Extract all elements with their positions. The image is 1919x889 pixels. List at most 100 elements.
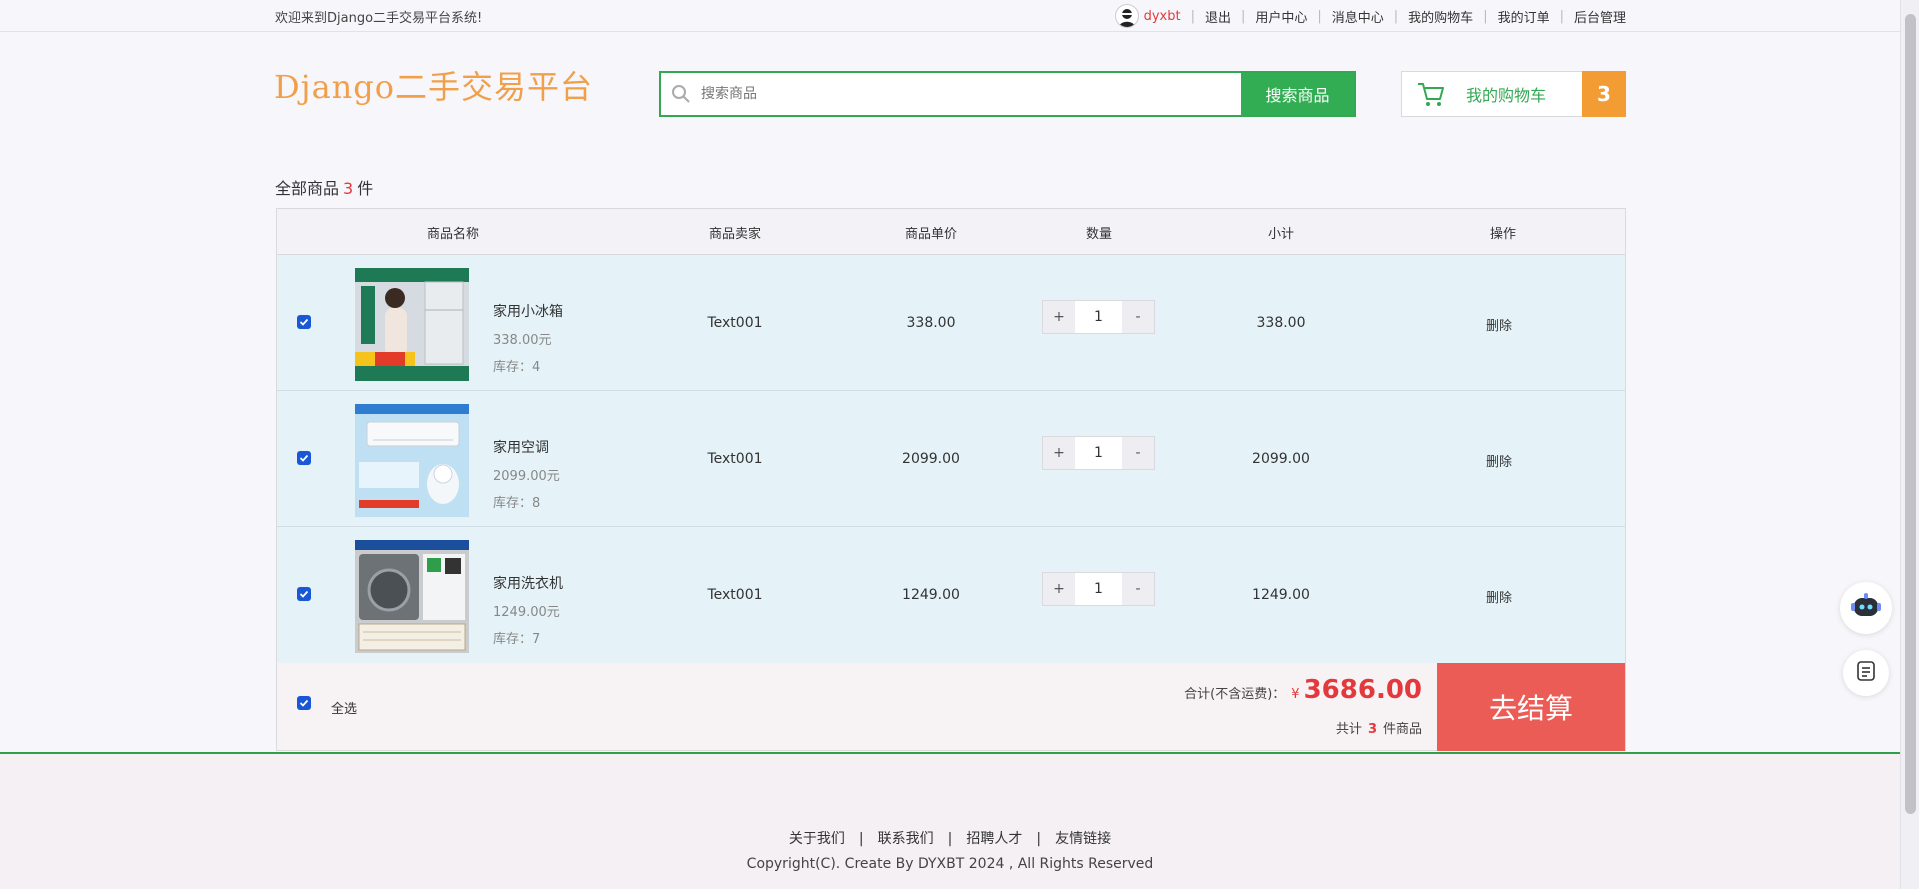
items-prefix: 共计: [1335, 722, 1362, 737]
divider: |: [1393, 8, 1399, 24]
col-header-action: 操作: [1489, 227, 1517, 242]
page-scrollbar[interactable]: [1900, 0, 1919, 889]
seller-cell: Text001: [707, 587, 763, 603]
cart-icon: [1416, 79, 1446, 109]
increase-button[interactable]: +: [1043, 573, 1075, 605]
notes-button[interactable]: [1843, 650, 1889, 696]
count-prefix: 全部商品: [275, 179, 340, 198]
items-count-line: 共计 3 件商品: [1336, 718, 1422, 737]
top-bar: 欢迎来到Django二手交易平台系统! dyxbt | 退出 | 用户中心 | …: [0, 0, 1919, 32]
delete-link[interactable]: 删除: [1486, 587, 1512, 606]
search-icon: [661, 73, 701, 115]
increase-button[interactable]: +: [1043, 437, 1075, 469]
search-input[interactable]: [701, 73, 1241, 115]
table-row: 家用小冰箱 338.00元 库存：4 Text001 338.00 + 1 - …: [277, 255, 1625, 391]
quantity-stepper: + 1 -: [1042, 436, 1155, 470]
footer-link-about[interactable]: 关于我们: [789, 831, 845, 847]
search-button[interactable]: 搜索商品: [1241, 73, 1354, 115]
user-center-link[interactable]: 用户中心: [1255, 7, 1307, 26]
product-image[interactable]: [355, 540, 469, 653]
seller-cell: Text001: [707, 451, 763, 467]
count-suffix: 件: [357, 179, 374, 198]
username-link[interactable]: dyxbt: [1144, 9, 1181, 24]
cart-table: 商品名称 商品卖家 商品单价 数量 小计 操作 家用小冰箱 338.00元 库存…: [276, 208, 1626, 664]
my-orders-link[interactable]: 我的订单: [1498, 7, 1550, 26]
table-header: 商品名称 商品卖家 商品单价 数量 小计 操作: [277, 209, 1625, 255]
cart-label: 我的购物车: [1466, 86, 1547, 105]
delete-link[interactable]: 删除: [1486, 315, 1512, 334]
total-line: 合计(不含运费)： ¥ 3686.00: [1184, 675, 1422, 705]
product-image[interactable]: [355, 268, 469, 381]
product-price: 338.00元: [493, 333, 552, 348]
col-header-name: 商品名称: [426, 227, 480, 242]
select-all-checkbox[interactable]: [297, 696, 311, 710]
decrease-button[interactable]: -: [1122, 573, 1154, 605]
footer-link-friends[interactable]: 友情链接: [1055, 831, 1111, 847]
divider: |: [1036, 831, 1042, 847]
decrease-button[interactable]: -: [1122, 301, 1154, 333]
my-cart-link[interactable]: 我的购物车: [1408, 7, 1473, 26]
logout-link[interactable]: 退出: [1205, 7, 1231, 26]
table-row: 家用洗衣机 1249.00元 库存：7 Text001 1249.00 + 1 …: [277, 527, 1625, 663]
search-bar: 搜索商品: [659, 71, 1356, 117]
quantity-input[interactable]: 1: [1075, 301, 1122, 333]
col-header-seller: 商品卖家: [708, 227, 762, 242]
divider: |: [858, 831, 864, 847]
messages-link[interactable]: 消息中心: [1332, 7, 1384, 26]
subtotal-cell: 2099.00: [1252, 451, 1310, 467]
count-number: 3: [343, 179, 354, 198]
product-stock: 库存：8: [493, 496, 541, 511]
footer-link-careers[interactable]: 招聘人才: [966, 831, 1022, 847]
scrollbar-thumb[interactable]: [1905, 14, 1916, 814]
product-name[interactable]: 家用洗衣机: [493, 573, 563, 593]
unit-price-cell: 2099.00: [902, 451, 960, 467]
quantity-stepper: + 1 -: [1042, 572, 1155, 606]
checkout-button[interactable]: 去结算: [1437, 663, 1625, 751]
total-amount: 3686.00: [1303, 675, 1422, 705]
col-header-subtotal: 小计: [1267, 227, 1295, 242]
seller-cell: Text001: [707, 315, 763, 331]
site-logo[interactable]: Django二手交易平台: [274, 62, 593, 108]
increase-button[interactable]: +: [1043, 301, 1075, 333]
admin-link[interactable]: 后台管理: [1574, 7, 1626, 26]
subtotal-cell: 1249.00: [1252, 587, 1310, 603]
divider: |: [1190, 8, 1195, 24]
row-checkbox[interactable]: [297, 451, 311, 465]
decrease-button[interactable]: -: [1122, 437, 1154, 469]
divider: |: [1317, 8, 1322, 24]
unit-price-cell: 338.00: [906, 315, 956, 331]
product-price: 1249.00元: [493, 605, 560, 620]
divider: |: [1559, 8, 1564, 24]
avatar[interactable]: [1114, 4, 1139, 28]
delete-link[interactable]: 删除: [1486, 451, 1512, 470]
quantity-input[interactable]: 1: [1075, 573, 1122, 605]
product-name[interactable]: 家用空调: [493, 437, 560, 457]
robot-icon: [1850, 592, 1882, 624]
cart-box[interactable]: 我的购物车 3: [1401, 71, 1626, 117]
row-checkbox[interactable]: [297, 315, 311, 329]
product-info: 家用小冰箱 338.00元 库存：4: [493, 301, 563, 375]
cart-count-badge: 3: [1582, 71, 1626, 117]
product-info: 家用空调 2099.00元 库存：8: [493, 437, 560, 511]
col-header-qty: 数量: [1085, 227, 1113, 242]
product-stock: 库存：7: [493, 632, 541, 647]
divider: |: [1483, 8, 1488, 24]
product-name[interactable]: 家用小冰箱: [493, 301, 563, 321]
divider: |: [1240, 8, 1246, 24]
footer-link-contact[interactable]: 联系我们: [878, 831, 934, 847]
footer-links: 关于我们 | 联系我们 | 招聘人才 | 友情链接: [0, 828, 1900, 848]
product-stock: 库存：4: [493, 360, 541, 375]
divider: |: [947, 831, 953, 847]
product-image[interactable]: [355, 404, 469, 517]
product-info: 家用洗衣机 1249.00元 库存：7: [493, 573, 563, 647]
assistant-bot-button[interactable]: [1840, 582, 1892, 634]
quantity-stepper: + 1 -: [1042, 300, 1155, 334]
row-checkbox[interactable]: [297, 587, 311, 601]
welcome-text: 欢迎来到Django二手交易平台系统!: [275, 11, 483, 26]
col-header-price: 商品单价: [904, 227, 958, 242]
items-suffix: 件商品: [1382, 722, 1422, 737]
subtotal-cell: 338.00: [1256, 315, 1306, 331]
select-all-label[interactable]: 全选: [331, 698, 357, 717]
quantity-input[interactable]: 1: [1075, 437, 1122, 469]
copyright-text: Copyright(C). Create By DYXBT 2024 , All…: [746, 856, 1154, 872]
